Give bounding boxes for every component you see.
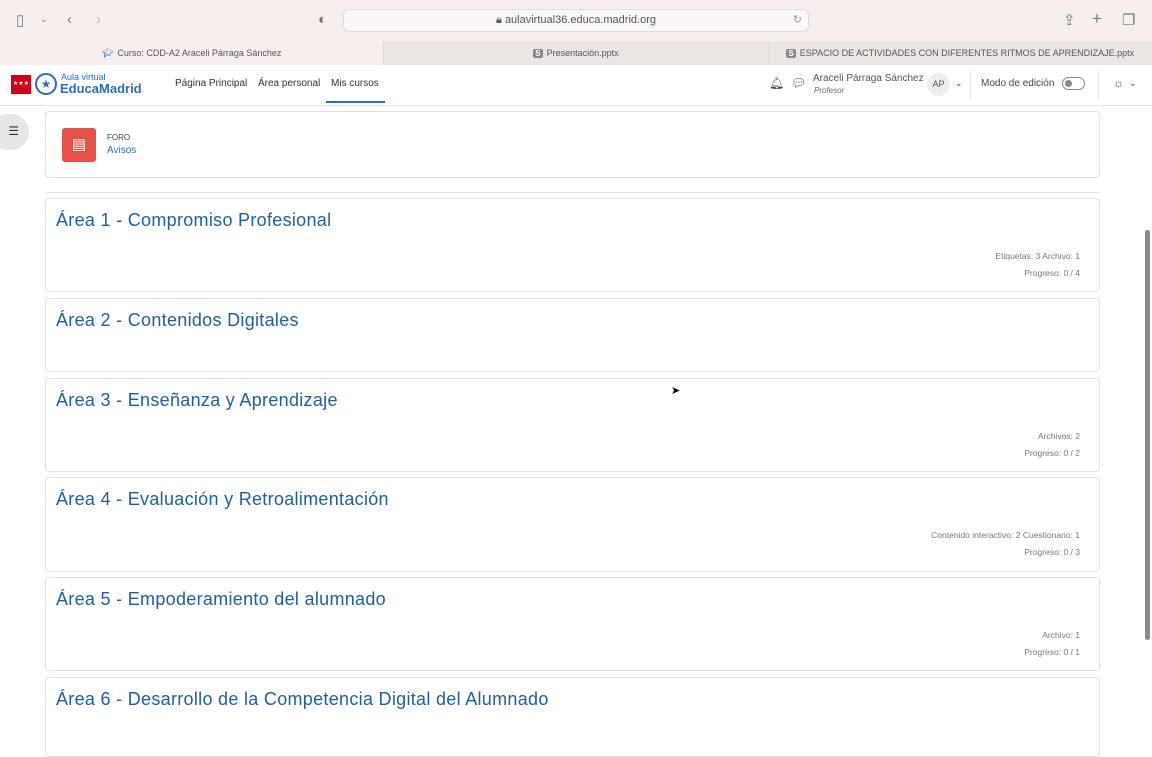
section-card: Área 5 - Empoderamiento del alumnado Arc… [45, 577, 1100, 671]
mouse-cursor-icon: ➤ [671, 385, 681, 397]
theme-icon[interactable]: ☼ [1113, 76, 1124, 90]
section-title[interactable]: Área 1 - Compromiso Profesional [56, 210, 331, 231]
tab-label: ESPACIO DE ACTIVIDADES CON DIFERENTES RI… [799, 48, 1135, 58]
forum-activity[interactable]: ▤ FORO Avisos [45, 111, 1100, 178]
forward-icon[interactable]: › [96, 11, 101, 28]
section-card: Área 6 - Desarrollo de la Competencia Di… [45, 677, 1100, 757]
section-title[interactable]: Área 5 - Empoderamiento del alumnado [56, 589, 386, 610]
section-title[interactable]: Área 3 - Enseñanza y Aprendizaje [56, 390, 338, 411]
madrid-flag-logo[interactable]: ★★★ [11, 75, 31, 94]
section-card: Área 2 - Contenidos Digitales [45, 298, 1100, 372]
nav-pagina-principal[interactable]: Página Principal [175, 78, 247, 89]
section-progress: Progreso: 0 / 2 [1024, 448, 1080, 458]
list-icon: ☰ [8, 124, 19, 138]
forum-link[interactable]: Avisos [107, 145, 136, 156]
section-title[interactable]: Área 6 - Desarrollo de la Competencia Di… [56, 689, 549, 710]
nav-area-personal[interactable]: Área personal [258, 78, 320, 89]
chevron-down-icon[interactable]: ⌄ [955, 78, 963, 89]
divider [970, 71, 971, 99]
section-card: Área 3 - Enseñanza y Aprendizaje Archivo… [45, 378, 1100, 472]
section-card: Área 4 - Evaluación y Retroalimentación … [45, 477, 1100, 572]
avatar[interactable]: AP [927, 73, 950, 96]
course-index-toggle[interactable]: ☰ [0, 114, 29, 150]
section-title[interactable]: Área 4 - Evaluación y Retroalimentación [56, 489, 389, 510]
forum-icon: ▤ [62, 128, 96, 162]
section-progress: Progreso: 0 / 1 [1024, 647, 1080, 657]
tab-presentacion[interactable]: S Presentación.pptx [383, 41, 768, 65]
graduation-cap-icon: 🎓︎ [101, 47, 114, 58]
edit-mode-toggle[interactable] [1062, 77, 1085, 90]
section-activity-summary: Etiquetas: 3 Archivo: 1 [995, 251, 1080, 261]
nav-mis-cursos[interactable]: Mis cursos [326, 78, 385, 103]
back-icon[interactable]: ‹ [67, 11, 72, 28]
divider [45, 192, 1100, 193]
user-name[interactable]: Araceli Párraga Sánchez [813, 73, 924, 84]
activity-type: FORO [107, 133, 131, 142]
tab-label: Curso: CDD-A2 Araceli Párraga Sánchez [117, 48, 282, 58]
chevron-down-icon[interactable]: ⌄ [1129, 78, 1137, 89]
bell-icon[interactable]: 🔔︎ [769, 76, 784, 90]
share-icon[interactable]: ⇪ [1063, 11, 1076, 29]
section-activity-summary: Contenido interactivo: 2 Cuestionario: 1 [931, 530, 1080, 540]
sidebar-toggle-icon[interactable]: ▯ [16, 11, 24, 29]
section-title[interactable]: Área 2 - Contenidos Digitales [56, 310, 299, 331]
tab-espacio[interactable]: S ESPACIO DE ACTIVIDADES CON DIFERENTES R… [767, 41, 1152, 65]
educamadrid-logo-icon[interactable]: ★ [35, 73, 57, 95]
tab-overview-icon[interactable]: ❐ [1122, 11, 1135, 29]
url-text: aulavirtual36.educa.madrid.org [504, 14, 656, 26]
section-activity-summary: Archivos: 2 [1037, 431, 1080, 441]
site-navbar: ★★★ ★ Aula virtual EducaMadrid Página Pr… [0, 65, 1152, 106]
new-tab-icon[interactable]: + [1092, 9, 1102, 29]
edit-mode-label: Modo de edición [981, 78, 1055, 89]
reload-icon[interactable]: ↻ [793, 10, 802, 31]
slides-icon: S [786, 48, 796, 58]
section-progress: Progreso: 0 / 3 [1024, 547, 1080, 557]
logo-text[interactable]: EducaMadrid [60, 81, 142, 96]
scrollbar[interactable] [1145, 230, 1150, 640]
address-bar[interactable]: 🔒︎ aulavirtual36.educa.madrid.org ↻ [343, 9, 809, 32]
tab-label: Presentación.pptx [546, 48, 619, 58]
section-card: Área 1 - Compromiso Profesional Etiqueta… [45, 198, 1100, 292]
browser-chrome: ▯ ⌄ ‹ › ◐ 🔒︎ aulavirtual36.educa.madrid.… [0, 0, 1152, 65]
browser-toolbar: ▯ ⌄ ‹ › ◐ 🔒︎ aulavirtual36.educa.madrid.… [0, 0, 1152, 40]
chevron-down-icon[interactable]: ⌄ [40, 14, 48, 25]
slides-icon: S [533, 48, 543, 58]
tab-course[interactable]: 🎓︎ Curso: CDD-A2 Araceli Párraga Sánchez [0, 41, 384, 65]
chat-icon[interactable]: 💬︎ [791, 76, 806, 90]
section-activity-summary: Archivo: 1 [1042, 630, 1080, 640]
divider [1098, 71, 1099, 99]
user-role: Profesor [814, 86, 845, 95]
shield-icon[interactable]: ◐ [318, 11, 327, 28]
section-progress: Progreso: 0 / 4 [1024, 268, 1080, 278]
lock-icon: 🔒︎ [496, 14, 505, 26]
